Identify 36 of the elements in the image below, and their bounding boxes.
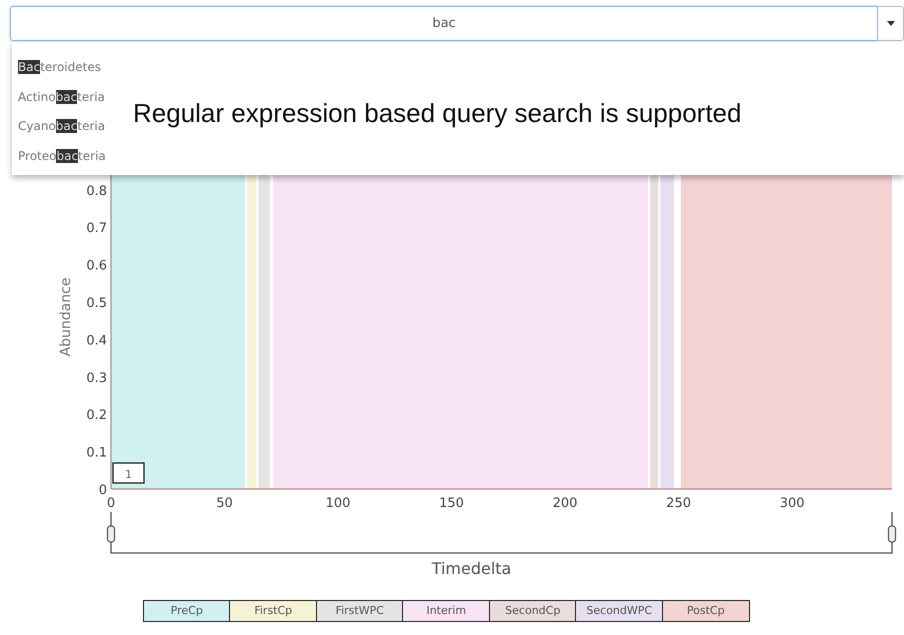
legend-item: PreCp — [142, 600, 231, 622]
y-tick-label: 0.8 — [86, 184, 107, 199]
x-tick-label: 300 — [780, 496, 805, 511]
marker-label: 1 — [112, 462, 145, 484]
range-handle[interactable] — [106, 525, 116, 543]
y-tick-label: 0 — [98, 483, 107, 498]
y-tick-label: 0.7 — [86, 221, 107, 236]
caption-text: Regular expression based query search is supported — [133, 97, 742, 130]
legend-item: FirstCp — [229, 600, 318, 622]
suggestion-item[interactable]: Bacteroidetes — [18, 53, 101, 83]
x-axis-title: Timedelta — [432, 559, 512, 578]
x-tick-label: 100 — [326, 496, 350, 511]
legend-item: SecondCp — [488, 600, 577, 622]
search-field[interactable]: bac — [10, 6, 878, 41]
x-tick-label: 150 — [439, 496, 464, 511]
y-tick-label: 0.5 — [86, 296, 107, 311]
legend-item: PostCp — [662, 600, 750, 622]
x-tick-label: 250 — [666, 496, 691, 511]
y-tick-label: 0.1 — [86, 446, 107, 461]
x-tick-label: 200 — [552, 496, 578, 511]
x-tick-label: 50 — [216, 496, 233, 511]
y-tick-label: 0.4 — [86, 333, 107, 348]
suggestion-item[interactable]: Cyanobacteria — [18, 112, 106, 142]
caret-icon — [886, 21, 894, 26]
legend-item: FirstWPC — [316, 600, 404, 622]
dropdown-toggle[interactable] — [878, 6, 904, 41]
y-tick-label: 0.6 — [86, 258, 107, 274]
y-tick-label: 0.2 — [86, 408, 107, 424]
x-tick-label: 0 — [106, 496, 116, 511]
legend-item: SecondWPC — [575, 600, 664, 622]
suggestion-item[interactable]: Actinobacteria — [18, 82, 105, 112]
y-tick-label: 0.3 — [86, 370, 107, 386]
range-handle[interactable] — [888, 525, 896, 543]
legend-item: Interim — [402, 600, 490, 622]
suggestion-item[interactable]: Proteobacteria — [18, 142, 106, 172]
y-axis-title: Abundance — [58, 278, 74, 356]
